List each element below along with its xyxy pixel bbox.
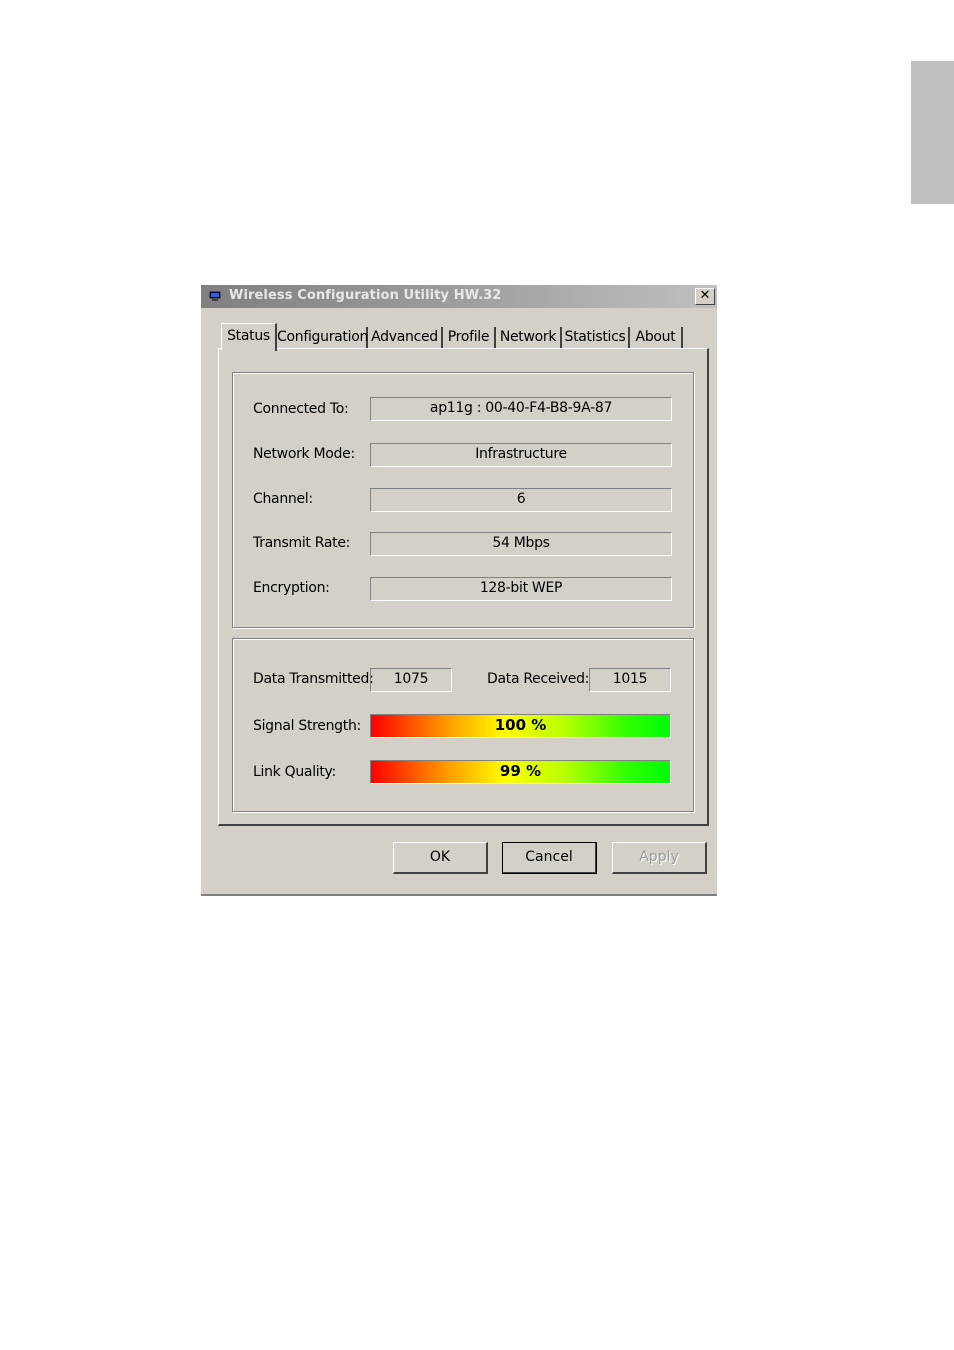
network-mode-label: Network Mode:: [253, 446, 355, 462]
link-quality-bar: 99 %: [370, 760, 671, 784]
transmit-rate-value: 54 Mbps: [370, 532, 672, 556]
data-transmitted-label: Data Transmitted:: [253, 671, 374, 687]
window-title: Wireless Configuration Utility HW.32: [229, 288, 502, 303]
connection-info-group: Connected To: ap11g : 00-40-F4-B8-9A-87 …: [232, 372, 694, 628]
cancel-button[interactable]: Cancel: [502, 842, 597, 874]
signal-strength-bar: 100 %: [370, 714, 671, 738]
close-icon: ✕: [699, 288, 711, 303]
network-mode-value: Infrastructure: [370, 443, 672, 467]
connected-to-label: Connected To:: [253, 401, 349, 417]
tab-label: About: [635, 329, 676, 345]
signal-strength-value: 100 %: [494, 716, 547, 734]
tab-label: Configuration: [277, 329, 369, 345]
network-adapter-icon: [209, 291, 221, 301]
channel-value: 6: [370, 488, 672, 512]
tab-status[interactable]: Status: [221, 323, 277, 351]
ok-button[interactable]: OK: [393, 842, 488, 874]
encryption-value: 128-bit WEP: [370, 577, 672, 601]
tab-about[interactable]: About: [630, 327, 683, 349]
apply-button[interactable]: Apply: [612, 842, 707, 874]
data-received-label: Data Received:: [487, 671, 590, 687]
encryption-label: Encryption:: [253, 580, 330, 596]
status-tab-panel: Connected To: ap11g : 00-40-F4-B8-9A-87 …: [218, 348, 709, 826]
link-quality-value: 99 %: [499, 762, 542, 780]
tab-label: Profile: [447, 329, 490, 345]
data-received-value: 1015: [589, 668, 671, 692]
tab-label: Status: [227, 328, 270, 344]
title-bar[interactable]: Wireless Configuration Utility HW.32 ✕: [201, 285, 717, 308]
link-quality-label: Link Quality:: [253, 764, 336, 780]
channel-label: Channel:: [253, 491, 313, 507]
tab-network[interactable]: Network: [496, 327, 562, 349]
tab-label: Advanced: [371, 329, 438, 345]
traffic-signal-group: Data Transmitted: 1075 Data Received: 10…: [232, 638, 694, 812]
page-edge-tab: [911, 61, 954, 204]
tab-statistics[interactable]: Statistics: [562, 327, 630, 349]
tab-profile[interactable]: Profile: [443, 327, 496, 349]
transmit-rate-label: Transmit Rate:: [253, 535, 351, 551]
data-transmitted-value: 1075: [370, 668, 452, 692]
wireless-config-window: Wireless Configuration Utility HW.32 ✕ S…: [201, 285, 717, 896]
connected-to-value: ap11g : 00-40-F4-B8-9A-87: [370, 397, 672, 421]
tab-configuration[interactable]: Configuration: [277, 327, 368, 349]
tab-label: Network: [499, 329, 557, 345]
signal-strength-label: Signal Strength:: [253, 718, 361, 734]
tab-label: Statistics: [564, 329, 626, 345]
close-button[interactable]: ✕: [695, 288, 715, 305]
tab-advanced[interactable]: Advanced: [368, 327, 443, 349]
